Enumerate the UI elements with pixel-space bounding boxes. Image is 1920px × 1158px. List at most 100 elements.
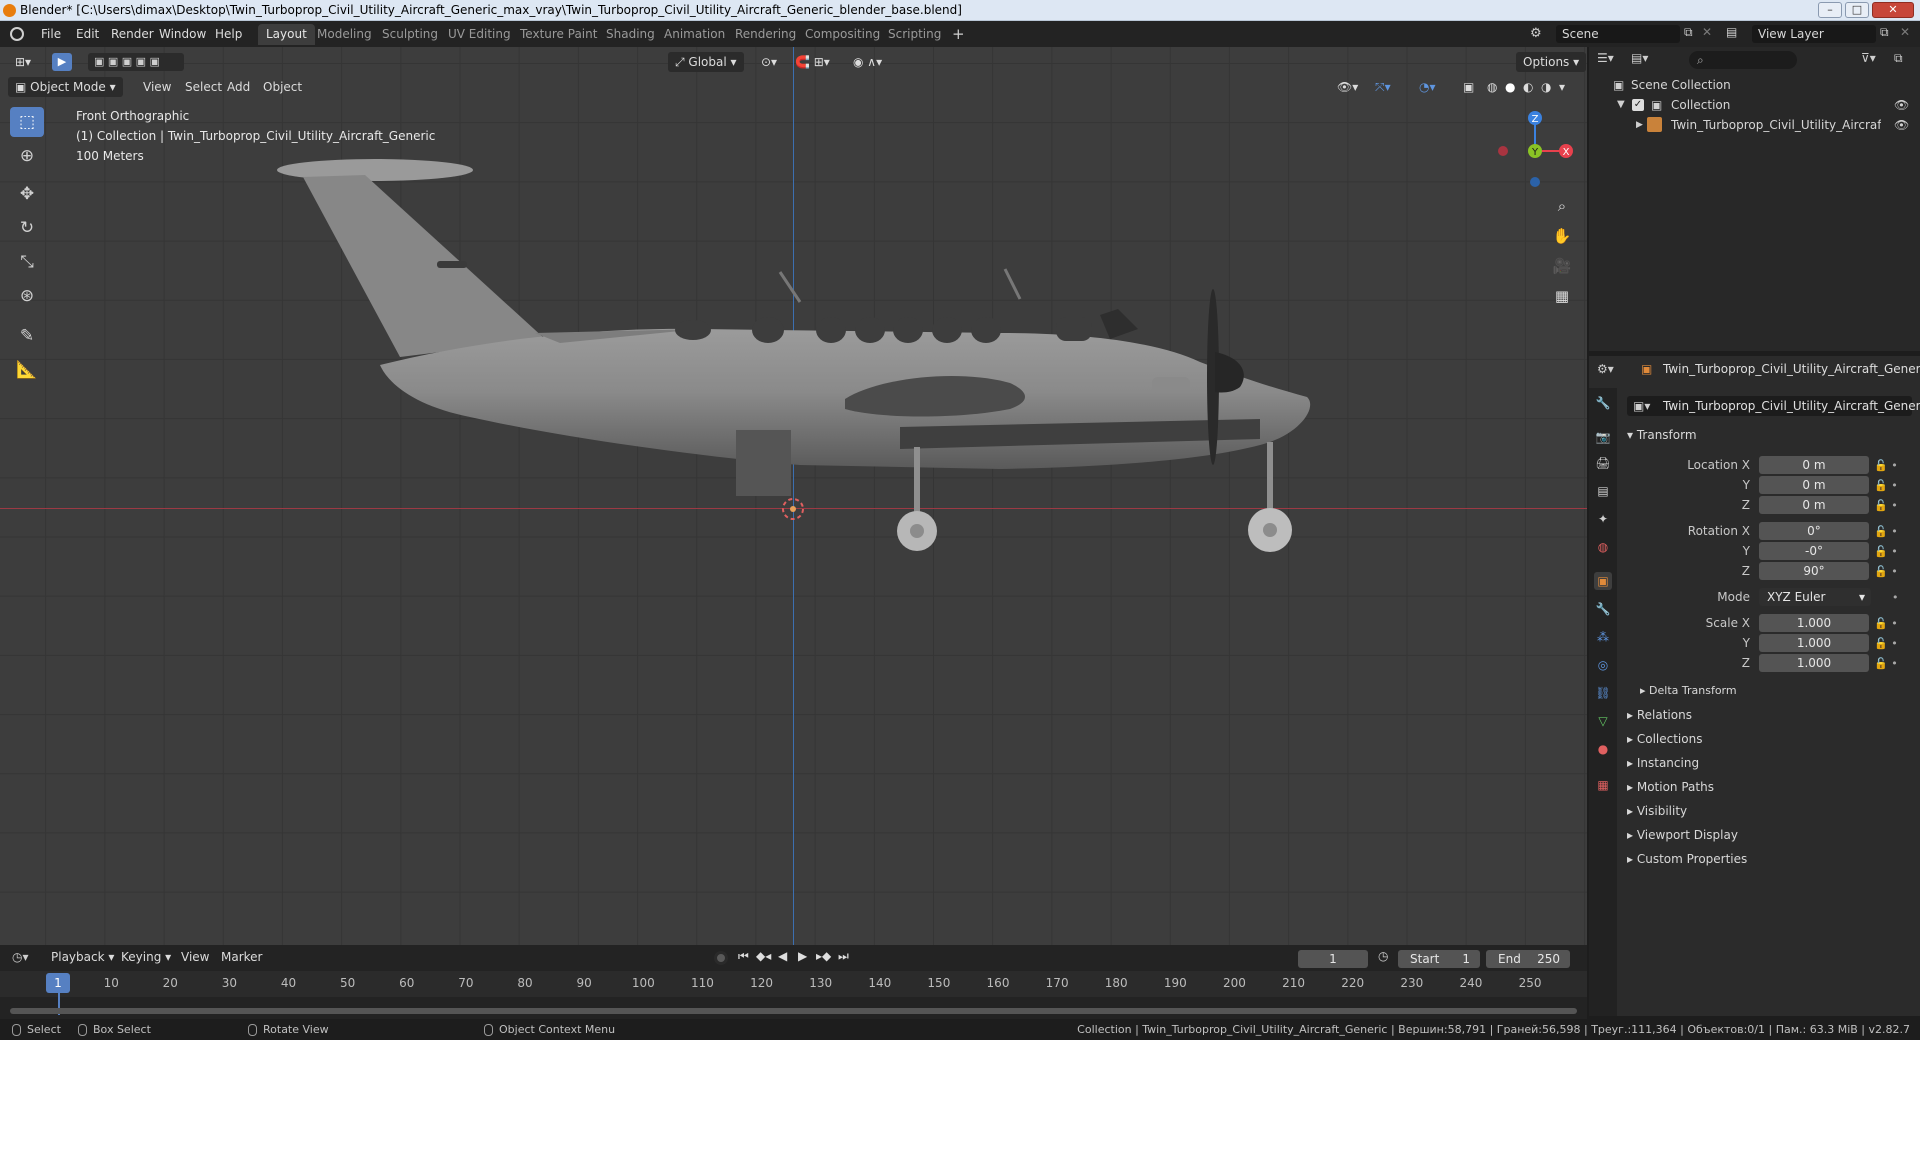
view-layer-icon[interactable]: ▤ xyxy=(1726,25,1737,39)
constraints-tab-icon[interactable]: ⛓ xyxy=(1594,684,1612,702)
new-view-layer-icon[interactable]: ⧉ xyxy=(1880,25,1889,40)
menu-edit[interactable]: Edit xyxy=(69,25,106,43)
properties-editor-icon[interactable]: ⚙▾ xyxy=(1597,362,1614,376)
world-tab-icon[interactable]: ◍ xyxy=(1594,538,1612,556)
tab-texture-paint[interactable]: Texture Paint xyxy=(512,24,605,45)
menu-window[interactable]: Window xyxy=(152,25,213,43)
menu-file[interactable]: File xyxy=(34,25,68,43)
lock-icon[interactable]: 🔓 • xyxy=(1874,634,1898,654)
expand-arrow-icon[interactable]: ▶ xyxy=(1636,115,1643,135)
add-workspace-button[interactable]: + xyxy=(944,24,973,45)
collection-eye-icon[interactable]: 👁 xyxy=(1894,95,1909,115)
minimize-icon[interactable]: – xyxy=(1818,2,1842,18)
object-tab-icon[interactable]: ▣ xyxy=(1594,572,1612,590)
include-checkbox[interactable]: ✓ xyxy=(1632,99,1644,111)
blender-menu-icon[interactable] xyxy=(10,27,24,41)
current-frame-field[interactable]: 1 xyxy=(1298,950,1368,968)
scale-z-field[interactable]: 1.000 xyxy=(1759,654,1869,672)
gizmo-neg-x-handle[interactable] xyxy=(1498,146,1508,156)
close-icon[interactable]: ✕ xyxy=(1872,2,1914,18)
keyframe-dot[interactable]: • xyxy=(1892,588,1899,608)
scene-icon[interactable]: ⚙ xyxy=(1530,26,1542,41)
tab-layout[interactable]: Layout xyxy=(258,24,315,45)
motion-paths-header[interactable]: ▸ Motion Paths xyxy=(1627,780,1714,794)
3d-viewport[interactable]: ⊞▾ ▶ ▣ ▣ ▣ ▣ ▣ ⤢ Global ▾ ⊙▾ 🧲 ⊞▾ ◉ ∧▾ O… xyxy=(0,47,1587,945)
end-frame-field[interactable]: End 250 xyxy=(1486,950,1570,968)
tool-tab-icon[interactable]: 🔧 xyxy=(1594,394,1612,412)
data-tab-icon[interactable]: ▽ xyxy=(1594,712,1612,730)
tab-modeling[interactable]: Modeling xyxy=(309,24,380,45)
start-frame-field[interactable]: Start 1 xyxy=(1398,950,1480,968)
rotation-z-field[interactable]: 90° xyxy=(1759,562,1869,580)
view-layer-tab-icon[interactable]: ▤ xyxy=(1594,482,1612,500)
expand-arrow-icon[interactable]: ▼ xyxy=(1617,95,1625,115)
timeline-scrollbar[interactable] xyxy=(10,1008,1577,1014)
navigation-gizmo[interactable]: Z X Y xyxy=(1485,107,1575,207)
custom-properties-header[interactable]: ▸ Custom Properties xyxy=(1627,852,1747,866)
tab-sculpting[interactable]: Sculpting xyxy=(374,24,446,45)
object-eye-icon[interactable]: 👁 xyxy=(1894,115,1909,135)
tab-uv-editing[interactable]: UV Editing xyxy=(440,24,519,45)
zoom-icon[interactable]: ⌕ xyxy=(1549,193,1575,219)
lock-icon[interactable]: 🔓 • xyxy=(1874,522,1898,542)
outliner-editor-icon[interactable]: ☰▾ xyxy=(1597,51,1614,65)
lock-icon[interactable]: 🔓 • xyxy=(1874,456,1898,476)
output-tab-icon[interactable]: 🖨 xyxy=(1594,454,1612,472)
location-z-field[interactable]: 0 m xyxy=(1759,496,1869,514)
pan-hand-icon[interactable]: ✋ xyxy=(1549,223,1575,249)
scene-tab-icon[interactable]: ✦ xyxy=(1594,510,1612,528)
lock-icon[interactable]: 🔓 • xyxy=(1874,476,1898,496)
view-layer-field[interactable]: View Layer xyxy=(1752,25,1876,43)
keying-menu[interactable]: Keying ▾ xyxy=(114,947,178,967)
scale-x-field[interactable]: 1.000 xyxy=(1759,614,1869,632)
outliner-row-object[interactable]: ▶ Twin_Turboprop_Civil_Utility_Aircraft_… xyxy=(1589,115,1920,135)
record-button[interactable] xyxy=(714,951,728,965)
rotation-y-field[interactable]: -0° xyxy=(1759,542,1869,560)
rotation-x-field[interactable]: 0° xyxy=(1759,522,1869,540)
camera-view-icon[interactable]: 🎥 xyxy=(1549,253,1575,279)
lock-icon[interactable]: 🔓 • xyxy=(1874,654,1898,674)
jump-end-icon[interactable]: ⏭ xyxy=(838,949,849,964)
rotation-mode-dropdown[interactable]: XYZ Euler ▾ xyxy=(1759,588,1871,606)
menu-help[interactable]: Help xyxy=(208,25,249,43)
collections-header[interactable]: ▸ Collections xyxy=(1627,732,1702,746)
perspective-grid-icon[interactable]: ▦ xyxy=(1549,283,1575,309)
instancing-header[interactable]: ▸ Instancing xyxy=(1627,756,1699,770)
lock-icon[interactable]: 🔓 • xyxy=(1874,562,1898,582)
particles-tab-icon[interactable]: ⁂ xyxy=(1594,628,1612,646)
lock-icon[interactable]: 🔓 • xyxy=(1874,542,1898,562)
timeline-view-menu[interactable]: View xyxy=(174,947,216,967)
outliner-row-scene-collection[interactable]: ▣ Scene Collection xyxy=(1589,75,1920,95)
tab-shading[interactable]: Shading xyxy=(598,24,663,45)
transform-panel-header[interactable]: ▾ Transform xyxy=(1627,428,1697,442)
texture-tab-icon[interactable]: ▦ xyxy=(1594,776,1612,794)
relations-header[interactable]: ▸ Relations xyxy=(1627,708,1692,722)
delta-transform-header[interactable]: ▸ Delta Transform xyxy=(1640,684,1737,697)
next-keyframe-icon[interactable]: ▸◆ xyxy=(816,949,831,963)
new-scene-icon[interactable]: ⧉ xyxy=(1684,25,1693,40)
timeline-editor-icon[interactable]: ◷▾ xyxy=(12,950,29,964)
tab-rendering[interactable]: Rendering xyxy=(727,24,804,45)
lock-icon[interactable]: 🔓 • xyxy=(1874,614,1898,634)
prev-keyframe-icon[interactable]: ◆◂ xyxy=(756,949,771,963)
physics-tab-icon[interactable]: ◎ xyxy=(1594,656,1612,674)
tab-compositing[interactable]: Compositing xyxy=(797,24,888,45)
scene-name-field[interactable]: Scene xyxy=(1556,25,1680,43)
object-name-field[interactable]: ▣▾ Twin_Turboprop_Civil_Utility_Aircraft… xyxy=(1627,396,1920,416)
playback-menu[interactable]: Playback ▾ xyxy=(44,947,121,967)
location-y-field[interactable]: 0 m xyxy=(1759,476,1869,494)
outliner-display-mode-icon[interactable]: ▤▾ xyxy=(1631,51,1648,65)
play-icon[interactable]: ▶ xyxy=(798,949,807,963)
visibility-header[interactable]: ▸ Visibility xyxy=(1627,804,1687,818)
new-collection-icon[interactable]: ⧉ xyxy=(1894,51,1903,66)
outliner-search-input[interactable]: ⌕ xyxy=(1689,51,1797,69)
outliner-row-collection[interactable]: ▼ ✓ ▣ Collection 👁 xyxy=(1589,95,1920,115)
maximize-icon[interactable]: □ xyxy=(1845,2,1869,18)
play-reverse-icon[interactable]: ◀ xyxy=(778,949,787,963)
tab-scripting[interactable]: Scripting xyxy=(880,24,949,45)
remove-view-layer-icon[interactable]: ✕ xyxy=(1900,25,1910,39)
tab-animation[interactable]: Animation xyxy=(656,24,733,45)
marker-menu[interactable]: Marker xyxy=(214,947,269,967)
jump-start-icon[interactable]: ⏮ xyxy=(738,949,749,964)
remove-scene-icon[interactable]: ✕ xyxy=(1702,25,1712,39)
